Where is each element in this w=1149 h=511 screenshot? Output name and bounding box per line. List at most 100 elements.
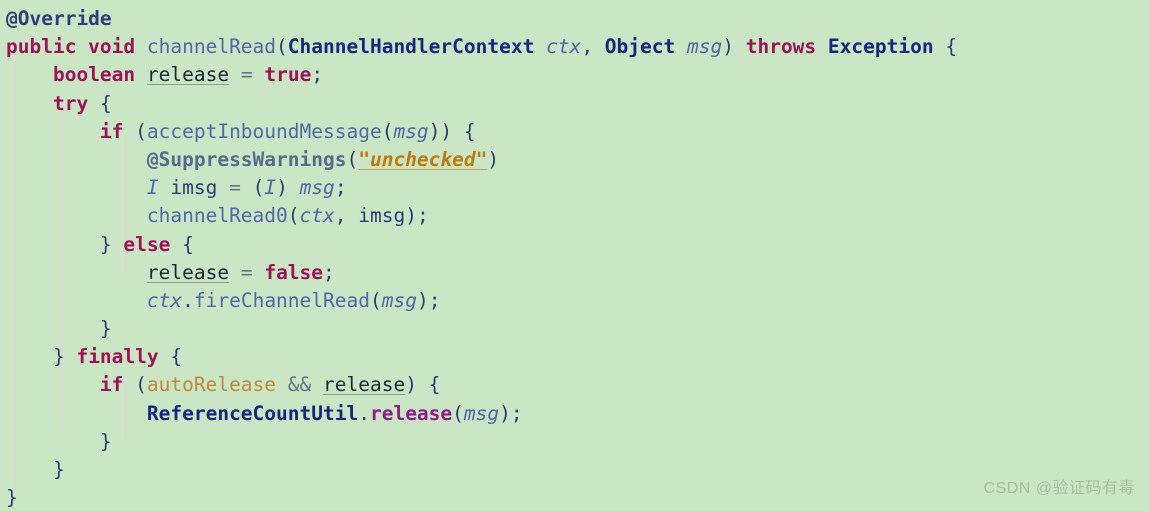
code-token: acceptInboundMessage: [146, 119, 382, 143]
code-token: channelRead0: [146, 204, 288, 228]
code-token: ctx: [299, 204, 335, 228]
code-token: public void: [6, 35, 147, 59]
code-token: ): [487, 147, 500, 171]
code-token: (: [287, 204, 300, 228]
code-line[interactable]: ReferenceCountUtil.release(msg);: [6, 400, 957, 428]
code-line[interactable]: } finally {: [6, 343, 957, 371]
code-token: if: [99, 119, 124, 143]
code-token: try: [52, 91, 89, 115]
code-token: ,: [334, 204, 359, 228]
code-token: (: [123, 373, 147, 397]
code-line[interactable]: }: [6, 428, 957, 456]
code-token: }: [99, 429, 112, 453]
code-line[interactable]: ctx.fireChannelRead(msg);: [6, 287, 957, 315]
code-token: (: [381, 119, 394, 143]
code-token: ReferenceCountUtil: [146, 401, 359, 425]
code-token: release: [146, 260, 230, 284]
code-token: msg: [463, 401, 500, 425]
code-snippet-screenshot: @Override public void channelRead(Channel…: [0, 0, 1149, 511]
code-token: ;: [334, 176, 347, 200]
code-token: (: [369, 288, 382, 312]
code-token: =: [240, 260, 253, 284]
code-token: .: [182, 288, 194, 312]
code-token: finally: [76, 345, 159, 369]
code-line[interactable]: }: [6, 456, 957, 484]
code-line[interactable]: if (acceptInboundMessage(msg)) {: [6, 118, 957, 146]
code-token: {: [158, 345, 183, 369]
code-token: }: [52, 345, 77, 369]
code-token: ctx: [546, 35, 582, 59]
code-token: );: [405, 204, 429, 228]
code-line[interactable]: try {: [6, 90, 957, 118]
code-token: }: [52, 458, 65, 481]
code-line[interactable]: @Override: [6, 5, 957, 33]
code-token: "unchecked": [358, 147, 488, 171]
code-token: release: [146, 63, 230, 87]
code-line[interactable]: channelRead0(ctx, imsg);: [6, 202, 957, 230]
code-line[interactable]: if (autoRelease && release) {: [6, 371, 957, 399]
code-token: {: [88, 91, 112, 115]
code-token: {: [933, 35, 958, 59]
code-token: (: [276, 35, 288, 59]
code-token: );: [499, 401, 523, 425]
code-token: release: [323, 373, 406, 397]
code-token: (: [346, 147, 359, 171]
code-token: ;: [323, 260, 335, 284]
code-token: release: [369, 401, 453, 425]
code-token: =: [229, 176, 241, 200]
code-line[interactable]: }: [6, 315, 957, 343]
code-token: else: [123, 232, 171, 256]
code-line[interactable]: } else {: [6, 231, 957, 259]
code-token: msg: [299, 176, 335, 200]
code-line[interactable]: I imsg = (I) msg;: [6, 174, 957, 202]
code-token: .: [358, 401, 370, 425]
csdn-watermark: CSDN @验证码有毒: [983, 479, 1135, 497]
code-token: ): [276, 176, 300, 200]
code-token: true: [264, 63, 312, 87]
code-token: imsg: [170, 176, 218, 200]
code-token: ): [722, 35, 746, 59]
code-token: msg: [687, 35, 723, 59]
code-token: (: [240, 176, 265, 200]
code-token: }: [99, 317, 112, 341]
code-token: I: [146, 176, 159, 200]
code-token: fireChannelRead: [193, 288, 370, 312]
code-token: {: [170, 232, 194, 256]
code-block[interactable]: @Override public void channelRead(Channel…: [0, 0, 957, 511]
code-line[interactable]: release = false;: [6, 259, 957, 287]
code-token: boolean: [52, 63, 136, 87]
code-line[interactable]: @SuppressWarnings("unchecked"): [6, 146, 957, 174]
code-token: (: [123, 119, 147, 143]
code-token: ) {: [405, 373, 441, 397]
code-line[interactable]: }: [6, 484, 957, 511]
code-token: false: [264, 260, 324, 284]
code-token: throws: [745, 35, 817, 59]
code-token: ChannelHandlerContext: [287, 35, 535, 59]
code-line[interactable]: public void channelRead(ChannelHandlerCo…: [6, 33, 957, 61]
code-token: );: [416, 288, 441, 312]
code-token: msg: [381, 288, 417, 312]
code-token: if: [99, 373, 124, 397]
code-token: =: [240, 63, 253, 87]
code-token: Exception: [827, 35, 934, 59]
code-line[interactable]: boolean release = true;: [6, 61, 957, 89]
